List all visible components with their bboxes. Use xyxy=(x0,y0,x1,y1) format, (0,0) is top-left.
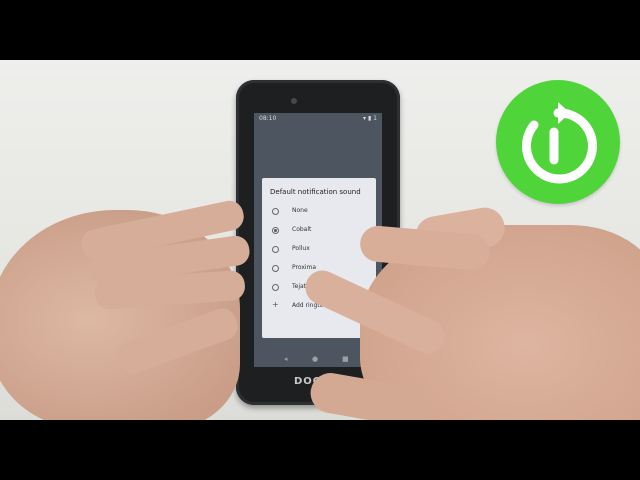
radio-unchecked-icon[interactable] xyxy=(272,265,279,272)
front-camera xyxy=(291,98,297,104)
radio-unchecked-icon[interactable] xyxy=(272,284,279,291)
option-pollux[interactable]: Pollux xyxy=(270,242,370,258)
letterbox-bottom xyxy=(0,420,640,480)
option-label: Proxima xyxy=(292,264,317,271)
option-label: Pollux xyxy=(292,245,310,252)
recents-icon[interactable]: ■ xyxy=(342,355,349,363)
letterbox-top xyxy=(0,0,640,60)
home-icon[interactable]: ● xyxy=(312,355,318,363)
option-label: Tejat xyxy=(292,283,307,290)
radio-checked-icon[interactable] xyxy=(272,227,279,234)
status-icons: ▾ ▮ 1 xyxy=(363,115,377,122)
back-icon[interactable]: ◂ xyxy=(284,355,288,363)
radio-unchecked-icon[interactable] xyxy=(272,246,279,253)
plus-icon: + xyxy=(272,300,279,309)
option-label: None xyxy=(292,207,308,214)
power-logo xyxy=(496,80,620,204)
option-none[interactable]: None xyxy=(270,204,370,220)
video-frame: 08:10 ▾ ▮ 1 Default notification sound N… xyxy=(0,60,640,420)
option-label: Cobalt xyxy=(292,226,312,233)
dialog-title: Default notification sound xyxy=(270,188,361,196)
power-icon xyxy=(522,102,597,184)
status-time: 08:10 xyxy=(259,115,277,122)
radio-unchecked-icon[interactable] xyxy=(272,208,279,215)
status-bar: 08:10 ▾ ▮ 1 xyxy=(254,113,382,125)
option-cobalt[interactable]: Cobalt xyxy=(270,223,370,239)
